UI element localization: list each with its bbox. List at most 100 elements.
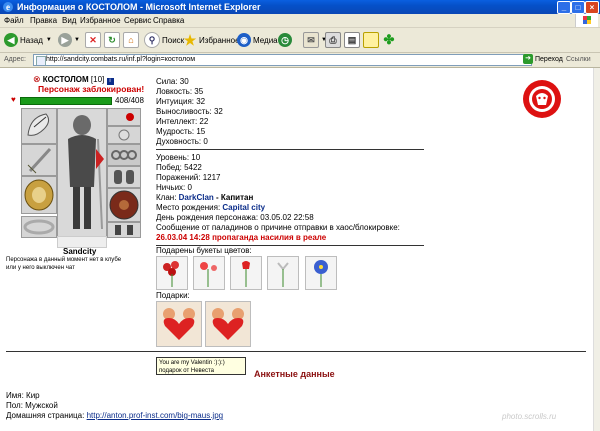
homepage-link[interactable]: http://anton.prof-inst.com/big-maus.jpg (87, 411, 224, 420)
stat-endurance: Выносливость: 32 (156, 107, 223, 116)
menu-file[interactable]: Файл (4, 16, 24, 25)
rings-icon (111, 150, 137, 160)
tulip-icon (242, 261, 250, 287)
forward-arrow-icon: ▶ (58, 33, 72, 47)
info-losses: Поражений: 1217 (156, 173, 221, 182)
flower-icon (200, 262, 217, 287)
earrings-icon (126, 113, 134, 121)
refresh-button[interactable]: ↻ (104, 32, 122, 48)
shield-slot[interactable] (107, 188, 141, 222)
window-title: Информация о КОСТОЛОМ - Microsoft Intern… (17, 2, 261, 12)
close-button[interactable]: × (585, 1, 599, 14)
belt-icon (23, 219, 55, 235)
earrings-slot[interactable] (107, 108, 141, 126)
menu-favorites[interactable]: Избранное (80, 16, 121, 25)
search-icon: ⚲ (144, 32, 160, 48)
page-content: ⊗ КОСТОЛОМ [10] i Персонаж заблокирован!… (0, 68, 593, 431)
links-label[interactable]: Ссылки (566, 56, 591, 63)
watermark: photo.scrolls.ru (502, 412, 557, 421)
go-button[interactable]: ➜ Переход (523, 54, 563, 64)
back-button[interactable]: ◀ Назад ▼ (4, 32, 52, 48)
search-button[interactable]: ⚲ Поиск (144, 32, 184, 48)
amulet-icon (118, 129, 130, 141)
windows-logo-icon (575, 14, 598, 27)
print-button[interactable]: ⎙ (325, 32, 343, 48)
sword-icon (27, 147, 52, 174)
gift-valentine-1[interactable] (156, 301, 202, 347)
weapon-slot[interactable] (21, 144, 57, 176)
info-level: Уровень: 10 (156, 153, 201, 162)
shield-icon (109, 190, 139, 220)
maximize-button[interactable]: □ (571, 1, 585, 14)
status-note-line1: Персонажа в данный момент нет в клубе (6, 257, 122, 263)
tooltip-line2: подарок от Невеста (159, 368, 215, 374)
blue-flower-icon (314, 260, 328, 287)
amulet-slot[interactable] (107, 126, 141, 144)
mail-button[interactable]: ✉ ▼ (303, 32, 327, 48)
minimize-button[interactable]: _ (557, 1, 571, 14)
page-icon (36, 56, 46, 65)
profile-name: Имя: Кир (6, 391, 40, 400)
info-block-reason: 26.03.04 14:28 пропаганда насилия в реал… (156, 233, 327, 242)
media-icon: ◉ (237, 33, 251, 47)
menu-bar: Файл Правка Вид Избранное Сервис Справка (0, 14, 600, 28)
history-button[interactable]: ◷ (278, 32, 294, 48)
armor-icon (24, 179, 54, 211)
media-button[interactable]: ◉ Медиа (237, 32, 278, 48)
info-birthplace: Место рождения: Capital city (156, 203, 266, 212)
divider (156, 149, 424, 150)
vertical-scrollbar[interactable] (593, 68, 600, 431)
helmet-icon (27, 113, 50, 136)
star-icon: ★ (183, 32, 197, 48)
address-bar: Адрес: http://sandcity.combats.ru/inf.pl… (0, 53, 600, 68)
status-note-line2: или у него выключен чат (6, 265, 75, 271)
profile-section-title: Анкетные данные (254, 369, 335, 379)
valentine-heart-icon (212, 308, 244, 340)
flower-bouquet-1[interactable] (156, 256, 188, 290)
home-icon: ⌂ (123, 32, 139, 48)
flower-bouquet-2[interactable] (193, 256, 225, 290)
home-button[interactable]: ⌂ (123, 32, 141, 48)
helmet-slot[interactable] (21, 108, 57, 144)
knight-figure-icon (68, 115, 104, 230)
armor-slot[interactable] (21, 176, 57, 214)
title-bar: e Информация о КОСТОЛОМ - Microsoft Inte… (0, 0, 600, 14)
stop-icon: ✕ (85, 32, 101, 48)
flower-bouquet-4[interactable] (267, 256, 299, 290)
boots-icon (115, 225, 133, 235)
stop-button[interactable]: ✕ (85, 32, 103, 48)
boots-slot[interactable] (107, 222, 141, 238)
chevron-down-icon: ▼ (45, 37, 52, 43)
ie-logo-icon: e (3, 2, 13, 12)
profile-gender: Пол: Мужской (6, 401, 58, 410)
character-level: [10] (90, 75, 105, 84)
go-arrow-icon: ➜ (523, 54, 533, 64)
edit-button[interactable]: ▤ (344, 32, 362, 48)
menu-help[interactable]: Справка (153, 16, 184, 25)
profile-homepage: Домашняя страница: http://anton.prof-ins… (6, 411, 224, 420)
menu-edit[interactable]: Правка (30, 16, 57, 25)
rings-slot[interactable] (107, 144, 141, 166)
favorites-button[interactable]: ★ Избранное (183, 32, 240, 48)
gloves-slot[interactable] (107, 166, 141, 188)
edit-page-icon: ▤ (344, 32, 360, 48)
flower-bouquet-5[interactable] (305, 256, 337, 290)
gloves-icon (114, 170, 134, 184)
birthplace-value: Capital city (222, 203, 266, 212)
gift-valentine-2[interactable] (205, 301, 251, 347)
discuss-button[interactable] (363, 32, 381, 48)
address-value: http://sandcity.combats.ru/inf.pl?login=… (46, 56, 196, 63)
forward-button[interactable]: ▶ ▼ (58, 32, 80, 48)
messenger-button[interactable]: ✤ (382, 32, 398, 48)
menu-tools[interactable]: Сервис (124, 16, 151, 25)
refresh-icon: ↻ (104, 32, 120, 48)
tooltip-line1: You are my Valentin :):):) (159, 360, 225, 366)
flower-bouquet-3[interactable] (230, 256, 262, 290)
address-label: Адрес: (4, 56, 26, 63)
clan-link[interactable]: DarkClan (179, 193, 214, 202)
menu-view[interactable]: Вид (62, 16, 76, 25)
hp-value: 408/408 (115, 96, 144, 105)
belt-slot[interactable] (21, 216, 57, 238)
address-input[interactable]: http://sandcity.combats.ru/inf.pl?login=… (33, 54, 532, 66)
chevron-down-icon: ▼ (74, 37, 80, 43)
